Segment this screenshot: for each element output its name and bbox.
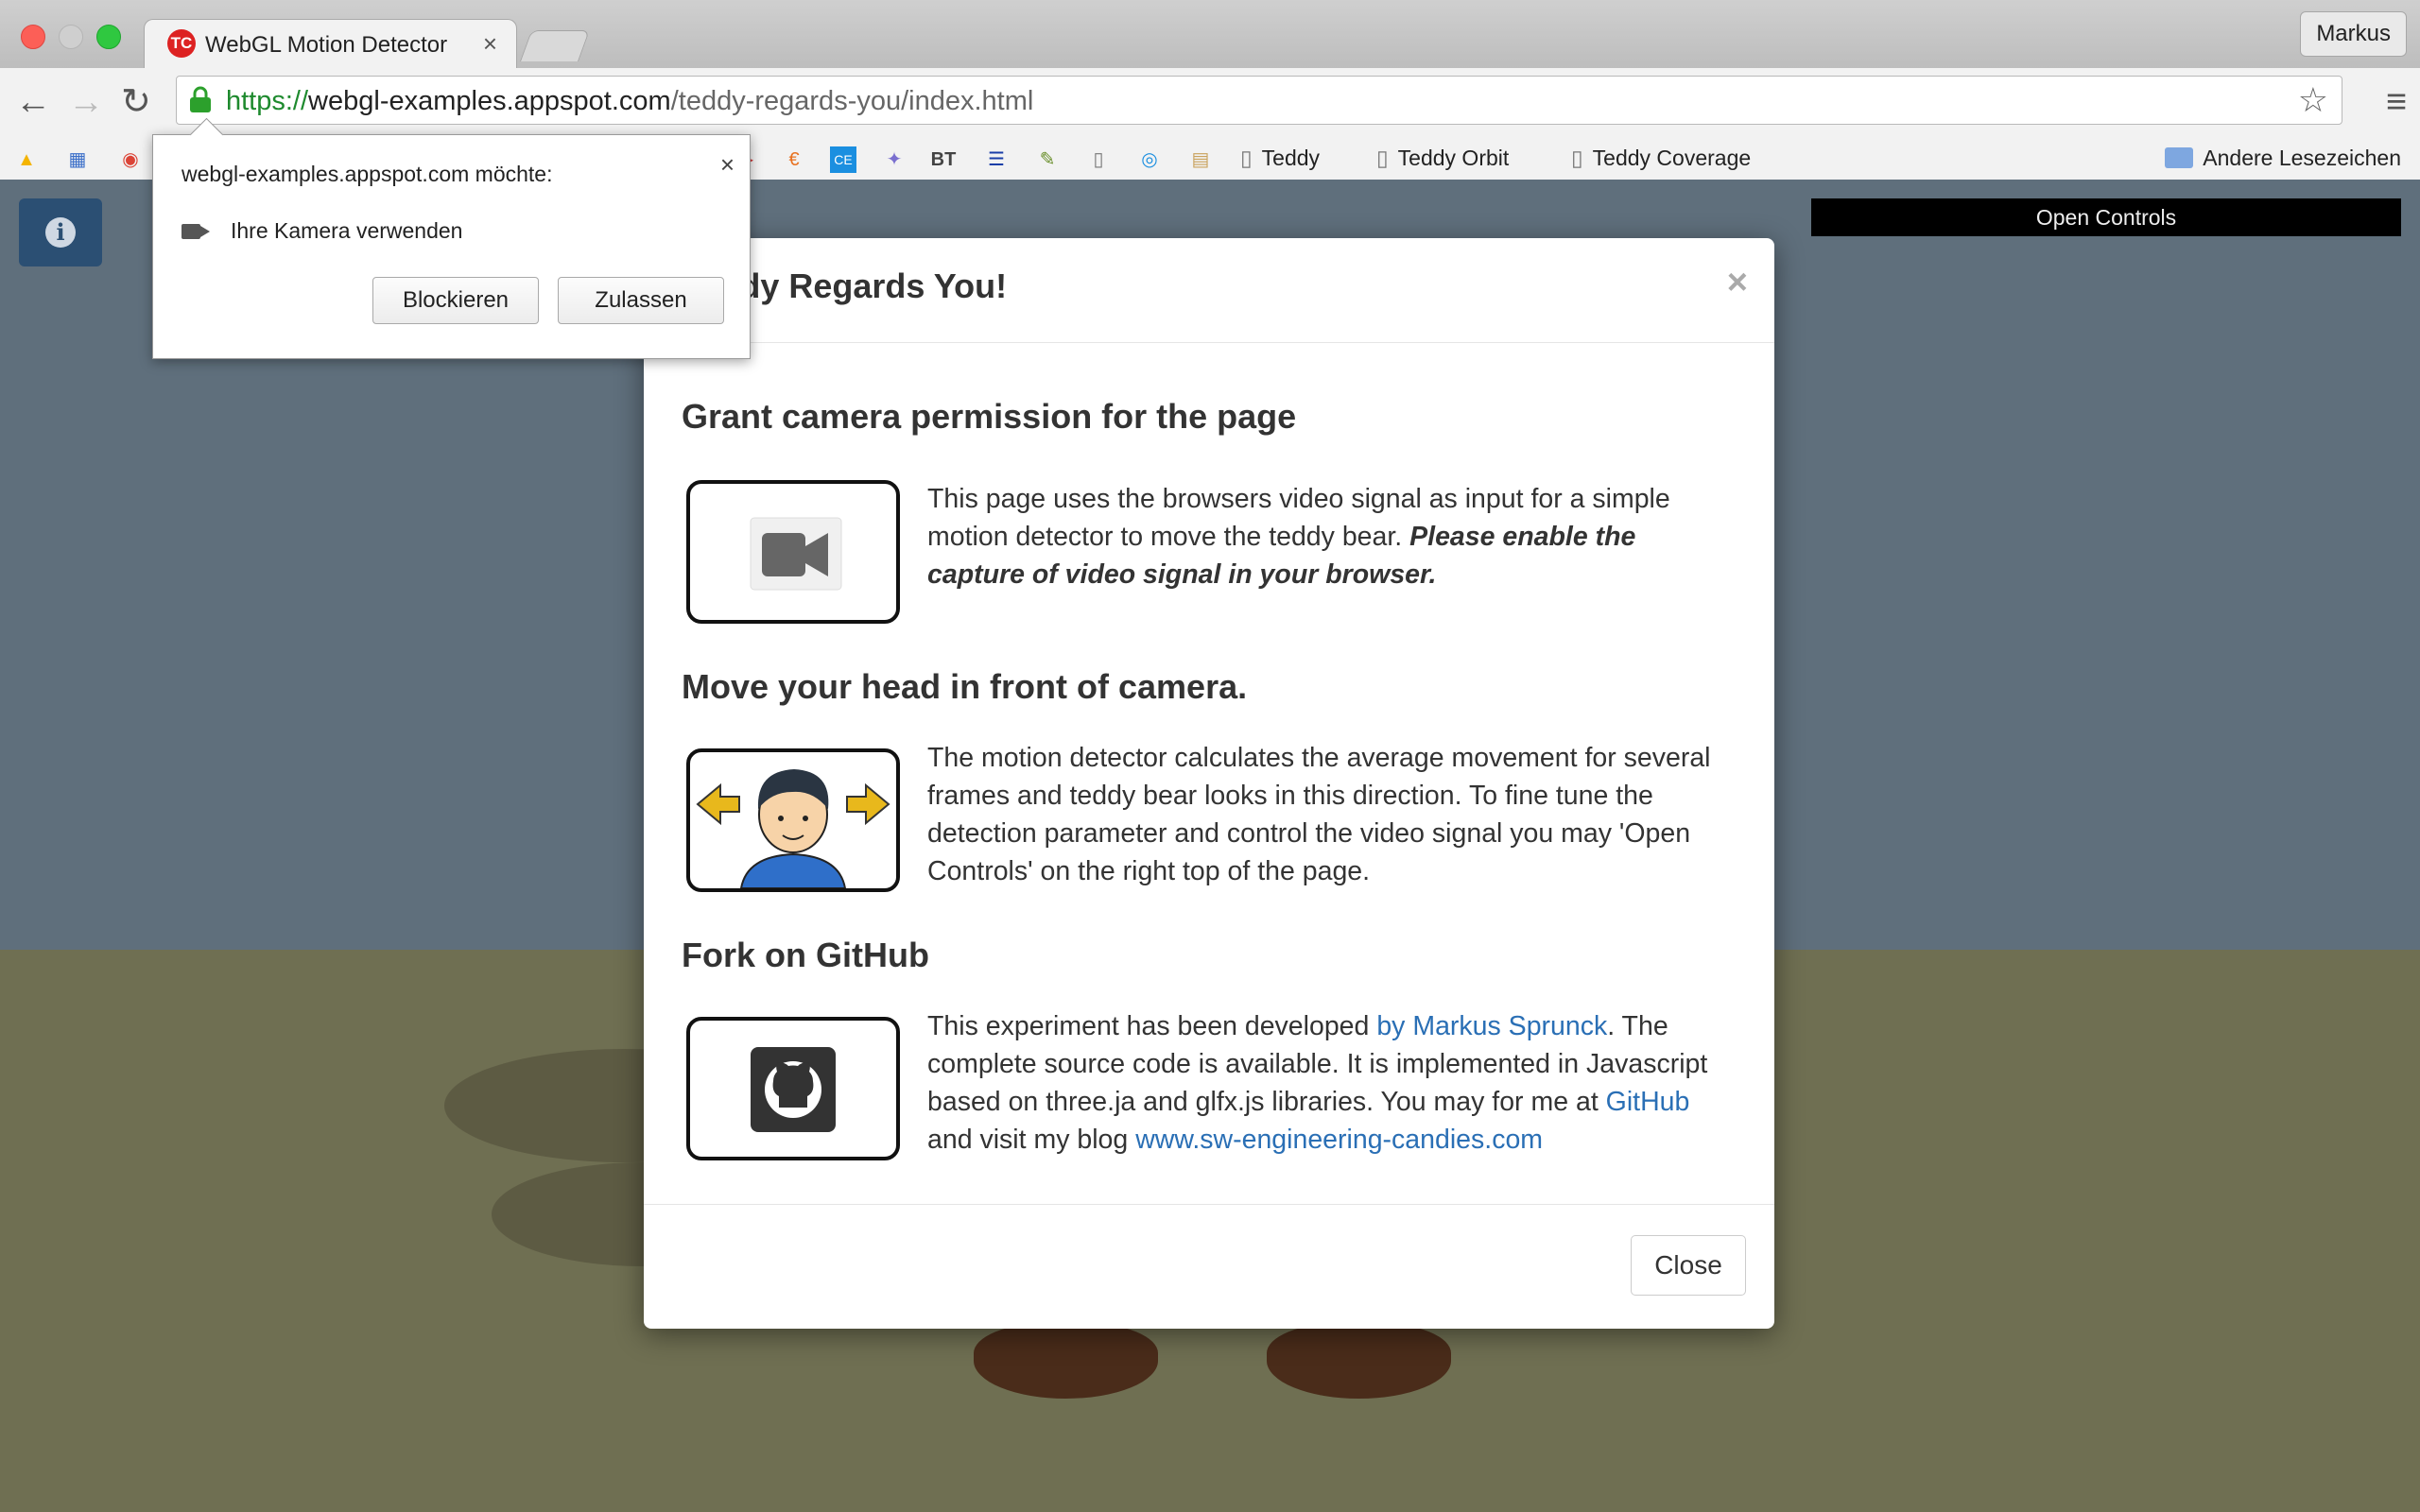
bookmark-teddy-orbit[interactable]: ▯ Teddy Orbit — [1376, 146, 1509, 171]
section-heading-move-head: Move your head in front of camera. — [682, 667, 1248, 706]
permission-request: Ihre Kamera verwenden — [231, 218, 463, 243]
forward-arrow-icon[interactable]: → — [68, 81, 104, 123]
allow-button[interactable]: Zulassen — [558, 277, 724, 324]
chrome-icon[interactable]: ◉ — [117, 146, 144, 173]
blog-link[interactable]: www.sw-engineering-candies.com — [1135, 1125, 1543, 1155]
window-close-button[interactable] — [21, 25, 45, 49]
back-arrow-icon[interactable]: ← — [15, 81, 51, 123]
open-controls-button[interactable]: Open Controls — [1811, 198, 2401, 236]
reload-icon[interactable]: ↻ — [121, 81, 151, 123]
bookmark-teddy[interactable]: ▯ Teddy — [1240, 146, 1320, 171]
camera-icon — [182, 224, 210, 239]
bookmark-teddy-coverage[interactable]: ▯ Teddy Coverage — [1571, 146, 1751, 171]
window-zoom-button[interactable] — [96, 25, 121, 49]
new-tab-button[interactable] — [519, 30, 591, 61]
folder-icon — [2165, 147, 2194, 168]
browser-toolbar: ← → ↻ https://webgl-examples.appspot.com… — [0, 68, 2420, 141]
github-description: This experiment has been developed by Ma… — [927, 1011, 1708, 1155]
camera-permission-popup: webgl-examples.appspot.com möchte: × Ihr… — [152, 117, 751, 359]
author-link[interactable]: by Markus Sprunck — [1376, 1011, 1607, 1041]
github-link[interactable]: GitHub — [1606, 1087, 1690, 1117]
bookmark-star-icon[interactable]: ☆ — [2298, 80, 2328, 120]
person-with-arrows-icon — [696, 769, 890, 888]
camera-illustration — [686, 480, 900, 624]
favicon-icon: TC — [167, 29, 196, 58]
tab-title: WebGL Motion Detector — [205, 32, 448, 58]
teddy-paw-right — [1267, 1323, 1451, 1399]
lock-icon — [190, 86, 211, 112]
teddy-paw-left — [974, 1323, 1158, 1399]
drive-icon[interactable]: ▲ — [13, 146, 40, 173]
profile-button[interactable]: Markus — [2300, 11, 2407, 57]
flag-icon[interactable]: ☰ — [983, 146, 1010, 173]
browser-menu-icon[interactable]: ≡ — [2386, 81, 2407, 123]
github-icon — [751, 1047, 836, 1132]
info-button[interactable]: i — [19, 198, 102, 266]
modal-header: Teddy Regards You! × — [644, 238, 1774, 343]
tab-bar: TC WebGL Motion Detector × Markus — [0, 0, 2420, 70]
permission-close-icon[interactable]: × — [720, 150, 735, 180]
camera-description: This page uses the browsers video signal… — [927, 484, 1670, 590]
euro-icon[interactable]: € — [781, 146, 807, 173]
github-illustration — [686, 1017, 900, 1160]
block-button[interactable]: Blockieren — [372, 277, 539, 324]
ce-icon[interactable]: CE — [830, 146, 856, 173]
head-movement-illustration — [686, 748, 900, 892]
compass-icon[interactable]: ✦ — [881, 146, 908, 173]
info-icon: i — [45, 217, 76, 248]
browser-tab[interactable]: TC WebGL Motion Detector × — [144, 19, 517, 70]
scroll-icon[interactable]: ▤ — [1187, 146, 1214, 173]
pen-icon[interactable]: ✎ — [1034, 146, 1061, 173]
permission-title: webgl-examples.appspot.com möchte: — [182, 162, 553, 186]
modal-footer: Close — [644, 1204, 1774, 1330]
circle-icon[interactable]: ◎ — [1136, 146, 1163, 173]
window-minimize-button[interactable] — [59, 25, 83, 49]
bt-icon[interactable]: BT — [930, 146, 957, 173]
calendar-icon[interactable]: ▦ — [64, 146, 91, 173]
motion-description: The motion detector calculates the avera… — [927, 743, 1711, 886]
address-bar[interactable]: https://webgl-examples.appspot.com/teddy… — [176, 76, 2342, 125]
welcome-modal: Teddy Regards You! × Grant camera permis… — [644, 238, 1774, 1329]
video-camera-icon — [750, 517, 842, 591]
document-icon[interactable]: ▯ — [1085, 146, 1112, 173]
url-text: https://webgl-examples.appspot.com/teddy… — [226, 86, 1034, 116]
close-button[interactable]: Close — [1631, 1235, 1746, 1296]
tab-close-icon[interactable]: × — [483, 29, 497, 59]
modal-close-icon[interactable]: × — [1727, 263, 1748, 303]
bookmarks-folder-other[interactable]: Andere Lesezeichen — [2165, 146, 2401, 171]
section-heading-github: Fork on GitHub — [682, 936, 929, 974]
section-heading-camera: Grant camera permission for the page — [682, 397, 1297, 436]
